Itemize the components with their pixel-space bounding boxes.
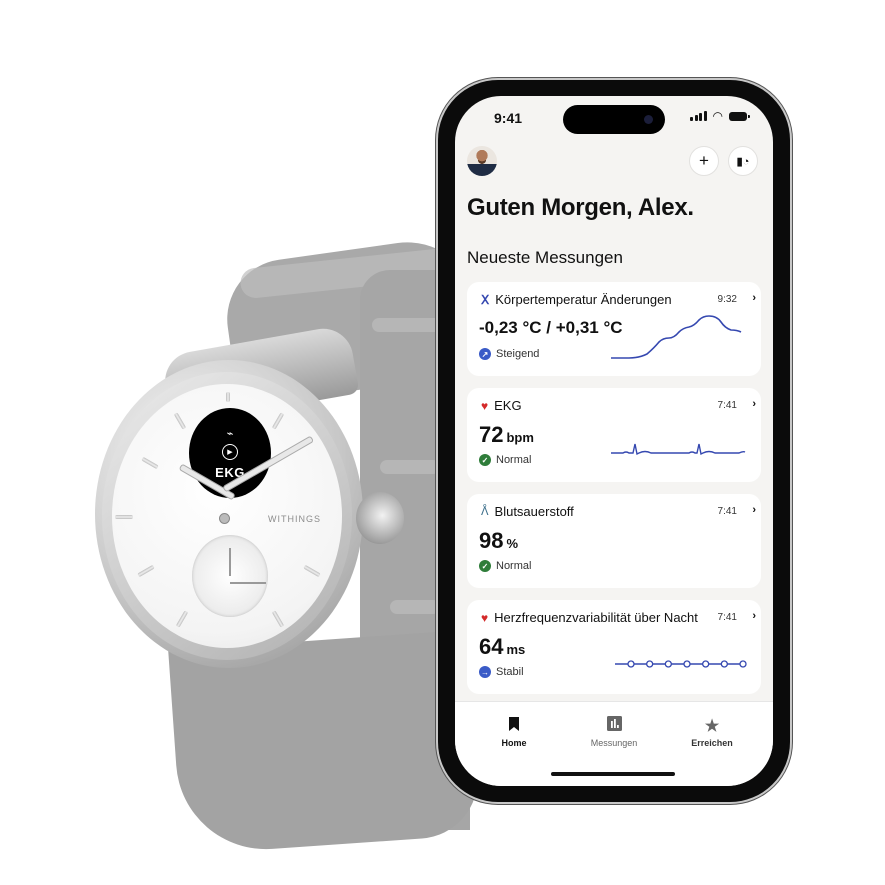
greeting-title: Guten Morgen, Alex. xyxy=(467,194,694,221)
watch-brand: WITHINGS xyxy=(268,514,321,524)
card-time: 7:41 xyxy=(717,506,737,517)
card-value: 64 ms xyxy=(479,634,526,659)
hrv-point xyxy=(683,660,691,668)
arrow-right-icon: → xyxy=(479,666,491,678)
heart-icon: ♥ xyxy=(481,610,489,625)
subdial-hand xyxy=(229,548,231,576)
card-time: 7:41 xyxy=(717,400,737,411)
signal-icon xyxy=(690,111,707,121)
hour-index xyxy=(115,515,133,519)
user-avatar[interactable] xyxy=(467,146,497,176)
chevron-right-icon: › xyxy=(752,398,756,410)
tab-bar: Home Messungen ★ Erreichen xyxy=(455,701,773,786)
card-value: 98% xyxy=(479,528,519,553)
hrv-point xyxy=(739,660,747,668)
hrv-point xyxy=(702,660,710,668)
check-icon: ✓ xyxy=(479,454,491,466)
device-button[interactable]: ▮◔ xyxy=(728,146,758,176)
measurement-card-temperature[interactable]: ꓫ Körpertemperatur Änderungen 9:32 › -0,… xyxy=(467,282,761,376)
smartphone: 9:41 ◠ + ▮◔ Guten Morgen, Alex. Neueste … xyxy=(438,80,790,802)
tab-achievements[interactable]: ★ Erreichen xyxy=(667,716,757,748)
status-bar: 9:41 ◠ xyxy=(455,96,773,140)
strap-notch xyxy=(372,318,442,332)
card-status: ✓ Normal xyxy=(479,454,531,466)
measurement-card-ekg[interactable]: ♥ EKG 7:41 › 72 bpm ✓ Normal xyxy=(467,388,761,482)
section-title: Neueste Messungen xyxy=(467,248,623,267)
add-button[interactable]: + xyxy=(689,146,719,176)
card-title: ᐰ Blutsauerstoff xyxy=(481,504,574,519)
card-status: ↗ Steigend xyxy=(479,348,539,360)
battery-icon xyxy=(729,111,750,121)
hrv-point xyxy=(627,660,635,668)
card-title-text: Blutsauerstoff xyxy=(494,504,574,519)
hrv-point xyxy=(720,660,728,668)
heart-icon: ♥ xyxy=(481,398,489,413)
temperature-line xyxy=(611,315,742,359)
measurement-card-spo2[interactable]: ᐰ Blutsauerstoff 7:41 › 98% ✓ Normal xyxy=(467,494,761,588)
play-icon: ▶ xyxy=(222,443,238,460)
ecg-line xyxy=(611,443,746,456)
watch-crown[interactable] xyxy=(356,492,404,544)
hour-index xyxy=(226,392,230,402)
card-title: ꓫ Körpertemperatur Änderungen xyxy=(481,292,672,307)
card-status: ✓ Normal xyxy=(479,560,531,572)
bar-chart-icon xyxy=(569,716,659,734)
measurement-card-hrv[interactable]: ♥ Herzfrequenzvariabilität über Nacht 7:… xyxy=(467,600,761,694)
subdial-hand xyxy=(230,582,266,584)
hrv-point xyxy=(664,660,672,668)
tab-home[interactable]: Home xyxy=(469,716,559,748)
lungs-icon: ᐰ xyxy=(481,506,489,518)
card-title-text: EKG xyxy=(494,398,522,413)
wifi-icon: ◠ xyxy=(712,109,723,123)
strap-notch xyxy=(380,460,440,474)
status-time: 9:41 xyxy=(494,110,523,126)
card-time: 9:32 xyxy=(717,294,737,305)
trend-up-icon: ↗ xyxy=(479,348,491,360)
star-icon: ★ xyxy=(704,718,720,735)
card-value: 72 bpm xyxy=(479,422,534,447)
home-indicator[interactable] xyxy=(551,772,675,776)
dynamic-island xyxy=(563,105,665,134)
hand-pivot xyxy=(219,513,230,524)
card-time: 7:41 xyxy=(717,612,737,623)
home-bookmark-icon xyxy=(469,716,559,734)
strap-notch xyxy=(390,600,440,614)
card-value: -0,23 °C / +0,31 °C xyxy=(479,318,623,337)
card-title-text: Körpertemperatur Änderungen xyxy=(495,292,672,307)
camera-icon xyxy=(644,115,653,124)
ecg-sparkline xyxy=(611,443,746,456)
chevron-right-icon: › xyxy=(752,504,756,516)
tab-measurements[interactable]: Messungen xyxy=(569,716,659,748)
hrv-sparkline xyxy=(615,660,747,668)
card-title: ♥ Herzfrequenzvariabilität über Nacht xyxy=(481,610,698,625)
status-icons: ◠ xyxy=(690,109,750,123)
card-title: ♥ EKG xyxy=(481,398,522,413)
ecg-wave-icon: ⌁ xyxy=(226,427,234,440)
card-title-text: Herzfrequenzvariabilität über Nacht xyxy=(494,610,698,625)
temperature-sparkline xyxy=(611,315,742,359)
app-screen: 9:41 ◠ + ▮◔ Guten Morgen, Alex. Neueste … xyxy=(455,96,773,786)
body-temperature-icon: ꓫ xyxy=(481,292,490,307)
chevron-right-icon: › xyxy=(752,610,756,622)
card-status: → Stabil xyxy=(479,666,524,678)
chevron-right-icon: › xyxy=(752,292,756,304)
check-icon: ✓ xyxy=(479,560,491,572)
hrv-point xyxy=(646,660,654,668)
